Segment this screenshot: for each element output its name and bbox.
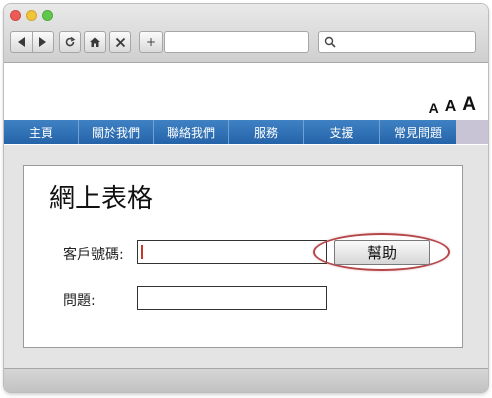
browser-window: + A A A 主頁 關於我們 聯絡我們 服務 支援 常見問題 網上表格 客戶號…: [4, 4, 488, 392]
nav-item-about[interactable]: 關於我們: [79, 120, 154, 144]
new-tab-button[interactable]: +: [139, 31, 163, 53]
home-icon: [90, 37, 100, 47]
reload-icon: [65, 36, 76, 47]
close-window-button[interactable]: [10, 10, 21, 21]
customer-number-input[interactable]: [137, 240, 327, 264]
back-forward-group: [10, 31, 54, 53]
zoom-window-button[interactable]: [42, 10, 53, 21]
nav-bar-end: [456, 120, 488, 144]
nav-item-services[interactable]: 服務: [229, 120, 304, 144]
forward-arrow-icon: [39, 37, 47, 47]
minimize-window-button[interactable]: [26, 10, 37, 21]
address-bar[interactable]: [164, 31, 309, 53]
font-size-small-button[interactable]: A: [429, 100, 439, 116]
back-button[interactable]: [11, 32, 33, 52]
text-cursor: [141, 245, 143, 259]
question-input[interactable]: [137, 286, 327, 310]
font-size-controls: A A A: [429, 94, 476, 116]
back-arrow-icon: [17, 37, 25, 47]
nav-item-faq[interactable]: 常見問題: [380, 120, 456, 144]
nav-item-contact[interactable]: 聯絡我們: [154, 120, 229, 144]
stop-button[interactable]: [109, 31, 131, 53]
search-icon: [324, 36, 336, 48]
main-navigation: 主頁 關於我們 聯絡我們 服務 支援 常見問題: [4, 120, 488, 144]
browser-toolbar: +: [4, 4, 488, 63]
font-size-large-button[interactable]: A: [462, 94, 476, 116]
status-bar: [4, 368, 488, 392]
form-title: 網上表格: [49, 184, 154, 214]
home-button[interactable]: [84, 31, 106, 53]
content-area: 網上表格 客戶號碼: 幫助 問題:: [4, 145, 488, 368]
nav-item-home[interactable]: 主頁: [4, 120, 79, 144]
online-form: 網上表格 客戶號碼: 幫助 問題:: [23, 165, 463, 348]
search-field[interactable]: [318, 31, 476, 53]
font-size-medium-button[interactable]: A: [445, 98, 457, 116]
help-button[interactable]: 幫助: [334, 240, 430, 265]
close-icon: [115, 37, 125, 47]
customer-number-label: 客戶號碼:: [63, 247, 124, 263]
forward-button[interactable]: [33, 32, 54, 52]
nav-item-support[interactable]: 支援: [304, 120, 380, 144]
reload-button[interactable]: [59, 31, 81, 53]
question-label: 問題:: [63, 293, 96, 309]
